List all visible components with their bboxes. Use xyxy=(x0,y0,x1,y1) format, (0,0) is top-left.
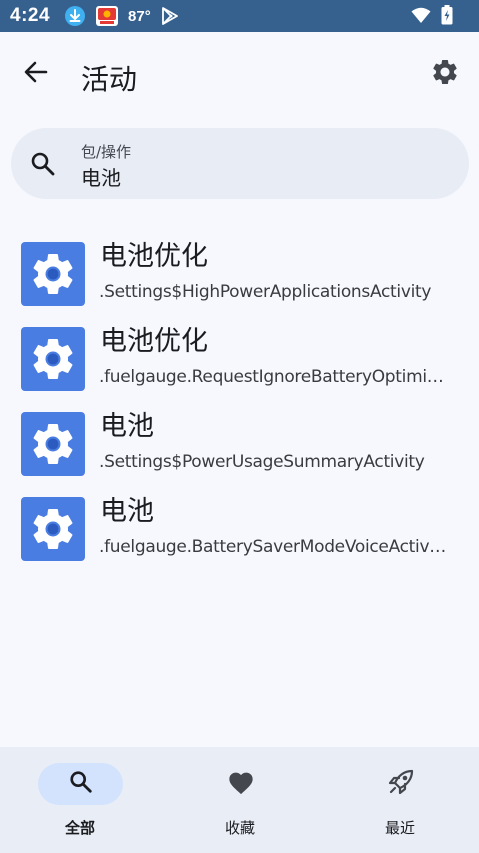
nav-label: 全部 xyxy=(64,819,95,837)
nav-pill xyxy=(198,763,283,805)
list-item[interactable]: 电池 .fuelgauge.BatterySaverModeVoiceActiv… xyxy=(0,485,479,570)
list-item[interactable]: 电池 .Settings$PowerUsageSummaryActivity xyxy=(0,400,479,485)
item-subtitle: .Settings$HighPowerApplicationsActivity xyxy=(99,282,432,302)
nav-item-all[interactable]: 全部 xyxy=(20,763,140,843)
result-list: 电池优化 .Settings$HighPowerApplicationsActi… xyxy=(0,230,479,570)
back-button[interactable] xyxy=(18,56,54,92)
item-subtitle: .fuelgauge.BatterySaverModeVoiceActiv… xyxy=(99,537,446,557)
battery-icon xyxy=(441,5,453,30)
status-bar: 4:24 87° xyxy=(0,0,479,32)
search-icon xyxy=(68,769,94,800)
status-time: 4:24 xyxy=(10,5,51,26)
settings-app-icon xyxy=(21,242,85,306)
list-item[interactable]: 电池优化 .fuelgauge.RequestIgnoreBatteryOpti… xyxy=(0,315,479,400)
item-title: 电池优化 xyxy=(100,241,208,272)
item-subtitle: .Settings$PowerUsageSummaryActivity xyxy=(99,452,425,472)
search-icon xyxy=(29,150,57,178)
search-label: 包/操作 xyxy=(81,143,132,161)
arrow-back-icon xyxy=(23,59,49,90)
download-icon xyxy=(64,5,86,27)
settings-app-icon xyxy=(21,412,85,476)
wifi-icon xyxy=(411,7,431,29)
rocket-icon xyxy=(386,767,416,802)
nav-item-favorites[interactable]: 收藏 xyxy=(180,763,300,843)
search-field[interactable]: 包/操作 电池 xyxy=(11,128,469,199)
nav-pill xyxy=(358,763,443,805)
nav-label: 收藏 xyxy=(224,819,255,837)
nav-label: 最近 xyxy=(384,819,415,837)
settings-app-icon xyxy=(21,327,85,391)
page-title: 活动 xyxy=(81,63,138,96)
status-temperature: 87° xyxy=(128,7,151,25)
settings-app-icon xyxy=(21,497,85,561)
item-title: 电池 xyxy=(100,496,154,527)
item-title: 电池 xyxy=(100,411,154,442)
bottom-navigation: 全部 收藏 最近 xyxy=(0,747,479,853)
item-subtitle: .fuelgauge.RequestIgnoreBatteryOptimi… xyxy=(99,367,444,387)
search-input[interactable]: 电池 xyxy=(81,162,121,191)
nav-item-recent[interactable]: 最近 xyxy=(340,763,460,843)
nav-pill-active xyxy=(38,763,123,805)
gear-icon xyxy=(430,57,460,92)
heart-icon xyxy=(227,769,255,800)
app-notification-icon xyxy=(95,5,119,27)
list-item[interactable]: 电池优化 .Settings$HighPowerApplicationsActi… xyxy=(0,230,479,315)
play-store-icon xyxy=(160,6,180,26)
item-title: 电池优化 xyxy=(100,326,208,357)
app-bar: 活动 xyxy=(0,32,479,116)
settings-button[interactable] xyxy=(425,54,465,94)
